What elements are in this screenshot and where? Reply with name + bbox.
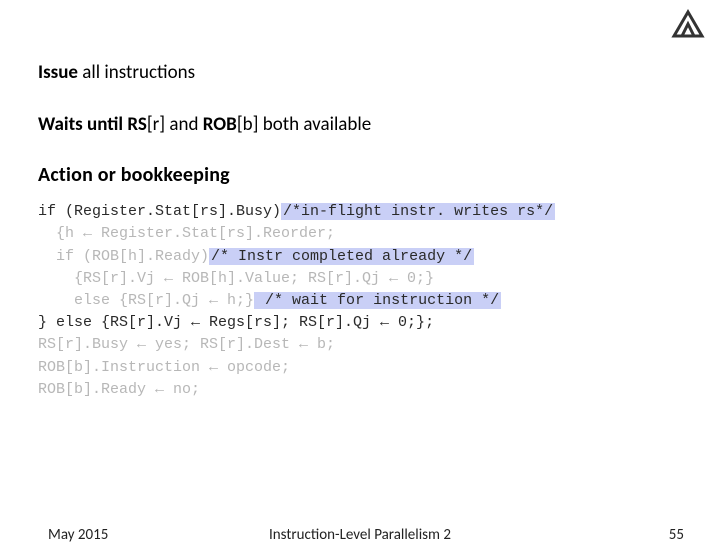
heading-waits-tail: both available	[258, 113, 371, 136]
code-line-7: RS[r].Busy ← yes; RS[r].Dest ← b;	[38, 336, 335, 353]
footer-title: Instruction-Level Parallelism 2	[0, 526, 720, 544]
code-line-4: {RS[r].Vj ← ROB[h].Value; RS[r].Qj ← 0;}	[38, 270, 434, 287]
heading-issue-rest: all instructions	[78, 61, 195, 84]
heading-waits: Waits until RS[r] and ROB[b] both availa…	[38, 112, 682, 138]
heading-waits-b: [b]	[237, 113, 259, 136]
code-line-3a: if (ROB[h].Ready)	[38, 248, 209, 265]
code-line-1a: if (Register.Stat[rs].Busy)	[38, 203, 281, 220]
code-comment-1: /*in-flight instr. writes rs*/	[281, 203, 555, 220]
heading-waits-r: [r]	[147, 113, 165, 136]
code-comment-3: /* wait for instruction */	[254, 292, 501, 309]
heading-issue: Issue all instructions	[38, 60, 682, 86]
code-line-5a: else {RS[r].Qj ← h;}	[38, 292, 254, 309]
heading-issue-bold: Issue	[38, 61, 78, 84]
footer-page-number: 55	[669, 526, 684, 544]
heading-waits-rs: RS	[127, 113, 147, 136]
heading-waits-rob: ROB	[203, 113, 237, 136]
code-line-6: } else {RS[r].Vj ← Regs[rs]; RS[r].Qj ← …	[38, 314, 434, 331]
code-line-2: {h ← Register.Stat[rs].Reorder;	[38, 225, 335, 242]
pseudocode-block: if (Register.Stat[rs].Busy)/*in-flight i…	[38, 201, 682, 401]
heading-waits-mid: and	[165, 113, 203, 136]
section-action-bookkeeping: Action or bookkeeping	[38, 163, 682, 187]
code-line-9: ROB[b].Ready ← no;	[38, 381, 200, 398]
institution-logo	[668, 6, 708, 42]
code-comment-2: /* Instr completed already */	[209, 248, 474, 265]
slide-content: Issue all instructions Waits until RS[r]…	[0, 0, 720, 401]
code-line-8: ROB[b].Instruction ← opcode;	[38, 359, 290, 376]
heading-waits-lead: Waits until	[38, 113, 127, 136]
